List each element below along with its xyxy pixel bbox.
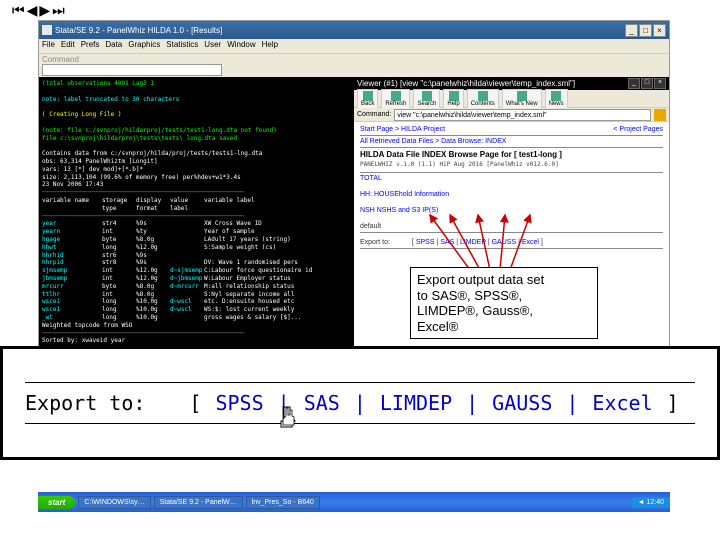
viewer-max[interactable]: □ (641, 78, 653, 89)
system-tray[interactable]: ◄ 12:40 (632, 497, 670, 508)
export-opt-excel[interactable]: Excel (522, 239, 539, 246)
tb-help[interactable]: Help (443, 89, 463, 109)
callout-box: Export output data set to SAS®, SPSS®, L… (410, 267, 598, 339)
viewer-close[interactable]: × (654, 78, 666, 89)
tb-whatsnew[interactable]: What's New (502, 89, 542, 109)
taskbar-item-3[interactable]: lnv_Pres_So - B640 (246, 496, 320, 509)
term-var-table: yearstr4%9sXW Cross Wave IDyearnint%tyYe… (42, 220, 351, 321)
menu-help[interactable]: Help (262, 40, 278, 52)
zoom-opt-excel[interactable]: Excel (592, 391, 652, 415)
term-header-row: variable namestorage typedisplay formatv… (42, 197, 351, 213)
callout-line4: Excel® (417, 319, 591, 335)
play-forward-icon[interactable]: ▶ (39, 2, 50, 19)
command-area: Command (39, 53, 669, 77)
close-button[interactable]: × (653, 24, 666, 37)
menu-statistics[interactable]: Statistics (166, 40, 198, 52)
term-date: 23 Nov 2006 17:43 (42, 181, 351, 189)
zoom-opt-spss[interactable]: SPSS (215, 391, 263, 415)
addr-input[interactable]: view "c:\panelwhiz\hilda\viewer\temp_ind… (394, 109, 651, 121)
command-label: Command (42, 55, 666, 64)
taskbar-item-2[interactable]: Stata/SE 9.2 - PanelW… (154, 496, 243, 509)
term-note-trunc: note: label truncated to 30 characters (42, 96, 351, 104)
go-icon[interactable] (654, 109, 666, 121)
tb-back[interactable]: Back (357, 89, 378, 109)
tb-search[interactable]: Search (413, 89, 440, 109)
term-file-path: file c:\svnproj\hildarproj\tests\tests\ … (42, 135, 351, 143)
term-file-note: (note: file c:/svnproj/hildarproj/tests/… (42, 127, 351, 135)
menu-data[interactable]: Data (105, 40, 122, 52)
link-total[interactable]: TOTAL (360, 175, 663, 182)
link-nsh[interactable]: NSH NSHS and S3 IP(S) (360, 207, 663, 214)
menu-file[interactable]: File (42, 40, 55, 52)
taskbar-item-1[interactable]: C:\WINDOWS\sy… (78, 496, 150, 509)
page-heading: HILDA Data File INDEX Browse Page for [ … (360, 150, 663, 159)
term-weighted: Weighted topcode from WSO (42, 322, 351, 330)
crumb-left[interactable]: Start Page > HILDA Project (360, 126, 445, 133)
crumb-right[interactable]: < Project Pages (613, 126, 663, 133)
link-default: default (360, 223, 663, 230)
zoom-opt-sas[interactable]: SAS (304, 391, 340, 415)
term-sorted: Sorted by: xwaveid year (42, 337, 351, 345)
menubar: File Edit Prefs Data Graphics Statistics… (39, 39, 669, 53)
skip-forward-icon[interactable]: ⏭ (52, 2, 65, 19)
term-obs-line: obs: 63,314 PanelWhiztm [Longit] (42, 158, 351, 166)
export-opt-spss[interactable]: SPSS (416, 239, 435, 246)
tb-refresh[interactable]: Refresh (381, 89, 410, 109)
menu-prefs[interactable]: Prefs (81, 40, 100, 52)
skip-back-icon[interactable]: ⏮ (12, 2, 25, 19)
menu-user[interactable]: User (204, 40, 221, 52)
zoom-export-row: Export to: [ SPSS | SAS | LIMDEP | GAUSS… (25, 383, 695, 423)
link-hh[interactable]: HH: HOUSEhold Information (360, 191, 663, 198)
start-button[interactable]: start (38, 496, 75, 509)
viewer-min[interactable]: _ (628, 78, 640, 89)
page-subheading: PANELWHIZ v.1.0 (1.1) HiP Aug 2016 [Pane… (360, 161, 663, 168)
export-opt-gauss[interactable]: GAUSS (492, 239, 517, 246)
minimize-button[interactable]: _ (625, 24, 638, 37)
term-vars-line: vars: 13 [*] dev mod]+[*.b]* (42, 166, 351, 174)
window-titlebar: Stata/SE 9.2 - PanelWhiz HILDA 1.0 - [Re… (39, 21, 669, 39)
term-contains: Contains data from c:/svnproj/hilda/proj… (42, 150, 351, 158)
export-row-small: Export to: [ SPSS | SAS | LIMDEP | GAUSS… (360, 239, 663, 246)
tb-contents[interactable]: Contents (467, 89, 499, 109)
menu-edit[interactable]: Edit (61, 40, 75, 52)
maximize-button[interactable]: □ (639, 24, 652, 37)
export-opt-sas[interactable]: SAS (440, 239, 454, 246)
command-input[interactable] (42, 64, 222, 76)
term-size-line: size: 2,113,104 (99.6% of memory free) p… (42, 174, 351, 182)
window-title: Stata/SE 9.2 - PanelWhiz HILDA 1.0 - [Re… (55, 26, 624, 35)
crumb-2[interactable]: All Retrieved Data Files > Data Browse: … (360, 138, 506, 145)
zoom-panel: Export to: [ SPSS | SAS | LIMDEP | GAUSS… (0, 346, 720, 460)
viewer-title: Viewer (#1) [view "c:\panelwhiz\hilda\vi… (357, 79, 627, 88)
term-creating: ( Creating Long File ) (42, 111, 351, 119)
windows-taskbar: start C:\WINDOWS\sy… Stata/SE 9.2 - Pane… (38, 492, 670, 512)
tb-news[interactable]: News (545, 89, 568, 109)
menu-window[interactable]: Window (227, 40, 255, 52)
callout-line3: LIMDEP®, Gauss®, (417, 303, 591, 319)
zoom-opt-gauss[interactable]: GAUSS (492, 391, 552, 415)
menu-graphics[interactable]: Graphics (128, 40, 160, 52)
export-opt-limdep[interactable]: LIMDEP (460, 239, 486, 246)
viewer-address-bar: Command: view "c:\panelwhiz\hilda\viewer… (354, 108, 669, 122)
term-obs: (total observations 4001 Lag3 1 (42, 80, 351, 88)
pointer-cursor-icon (277, 405, 299, 431)
app-icon (42, 25, 52, 35)
callout-line2: to SAS®, SPSS®, (417, 288, 591, 304)
viewer-toolbar: Back Refresh Search Help Contents What's… (354, 90, 669, 108)
export-label: Export to: (360, 239, 390, 246)
addr-label: Command: (357, 111, 391, 118)
zoom-export-label: Export to: (25, 391, 145, 415)
play-back-icon[interactable]: ◀ (27, 2, 38, 19)
zoom-opt-limdep[interactable]: LIMDEP (380, 391, 452, 415)
callout-line1: Export output data set (417, 272, 591, 288)
media-player-controls: ⏮ ◀ ▶ ⏭ (12, 2, 65, 19)
